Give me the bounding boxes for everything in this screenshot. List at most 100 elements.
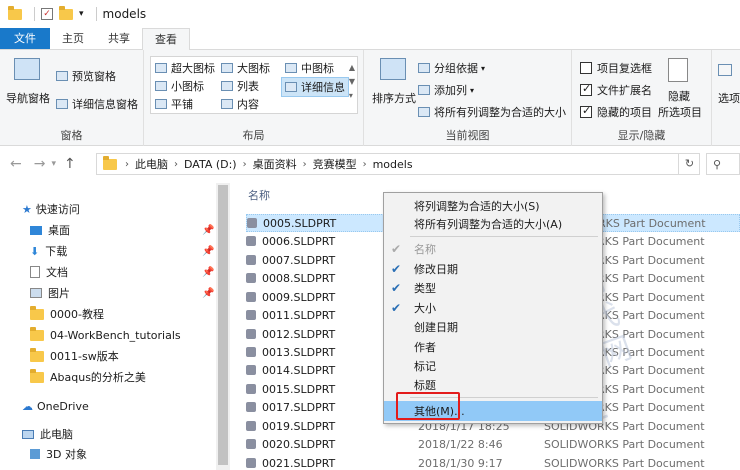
show-hide-group: 项目复选框 文件扩展名 隐藏的项目 隐藏 所选项目 显示/隐藏 <box>572 50 712 146</box>
checkmark-icon: ✔ <box>391 301 402 315</box>
menu-item-size[interactable]: ✔ 大小 <box>384 298 602 318</box>
scrollbar-thumb[interactable] <box>218 185 228 465</box>
sidebar-item-label: 0000-教程 <box>50 308 104 321</box>
breadcrumb-drive[interactable]: DATA (D:) <box>184 158 237 171</box>
menu-item-label: 标题 <box>414 379 436 392</box>
item-checkbox-toggle[interactable]: 项目复选框 <box>580 60 652 76</box>
part-file-icon <box>247 218 257 228</box>
sidebar-this-pc[interactable]: 此电脑 <box>22 424 73 444</box>
menu-item-type[interactable]: ✔ 类型 <box>384 278 602 298</box>
menu-item-label: 类型 <box>414 282 436 295</box>
view-icon <box>221 63 233 73</box>
refresh-icon[interactable]: ↻ <box>678 153 700 175</box>
table-row[interactable]: 0021.SLDPRT 2018/1/30 9:17 SOLIDWORKS Part… <box>246 454 740 470</box>
menu-item-fit-all-columns[interactable]: 将所有列调整为合适的大小(A) <box>384 214 602 234</box>
sidebar-onedrive[interactable]: ☁ OneDrive <box>22 396 89 416</box>
sidebar-item-folder[interactable]: 0000-教程 <box>30 304 104 324</box>
sidebar-quick-access[interactable]: ★ 快速访问 <box>22 199 80 219</box>
file-extension-toggle[interactable]: 文件扩展名 <box>580 82 652 98</box>
view-icon <box>155 81 167 91</box>
sidebar-item-folder[interactable]: 0011-sw版本 <box>30 346 119 366</box>
column-header-name[interactable]: 名称 <box>248 187 270 203</box>
menu-item-tags[interactable]: 标记 <box>384 356 602 376</box>
breadcrumb-desktop-files[interactable]: 桌面资料 <box>253 156 297 172</box>
breadcrumb-models[interactable]: models <box>373 158 413 171</box>
breadcrumb-competition-models[interactable]: 竞赛模型 <box>313 156 357 172</box>
menu-item-label: 修改日期 <box>414 263 458 276</box>
checkmark-icon: ✔ <box>391 262 402 276</box>
selected-items-label: 所选项目 <box>658 106 702 119</box>
pin-icon[interactable]: 📌 <box>202 246 214 257</box>
properties-icon[interactable]: ✓ <box>41 8 53 20</box>
back-arrow-icon[interactable]: ← <box>10 156 22 172</box>
menu-item-label: 标记 <box>414 360 436 373</box>
file-extension-label: 文件扩展名 <box>597 84 652 97</box>
options-button[interactable]: 选项 <box>718 90 740 106</box>
add-columns-button[interactable]: 添加列 ▾ <box>418 82 474 98</box>
menu-item-name: ✔ 名称 <box>384 239 602 259</box>
layout-medium-icons[interactable]: 中图标 <box>285 60 334 76</box>
layout-large-icons[interactable]: 大图标 <box>221 60 270 76</box>
details-pane-button[interactable]: 详细信息窗格 <box>56 96 138 112</box>
address-bar[interactable]: › 此电脑 › DATA (D:) › 桌面资料 › 竞赛模型 › models <box>96 153 700 175</box>
layout-label: 内容 <box>237 98 259 111</box>
view-icon <box>285 63 297 73</box>
sidebar-item-desktop[interactable]: 桌面 📌 <box>30 220 214 240</box>
up-arrow-icon[interactable]: ↑ <box>64 156 76 172</box>
layout-tiles[interactable]: 平铺 <box>155 96 193 112</box>
forward-arrow-icon[interactable]: → <box>34 156 46 172</box>
menu-item-modified-date[interactable]: ✔ 修改日期 <box>384 259 602 279</box>
sidebar-3d-objects[interactable]: 3D 对象 <box>30 444 87 464</box>
menu-item-fit-column[interactable]: 将列调整为合适的大小(S) <box>384 196 602 216</box>
pin-icon[interactable]: 📌 <box>202 267 214 278</box>
sidebar-item-label: 文档 <box>46 266 68 279</box>
tab-file[interactable]: 文件 <box>0 28 50 49</box>
preview-pane-icon <box>56 71 68 81</box>
layout-label: 小图标 <box>171 80 204 93</box>
pin-icon[interactable]: 📌 <box>202 225 214 236</box>
view-icon <box>155 63 167 73</box>
menu-item-created-date[interactable]: 创建日期 <box>384 317 602 337</box>
sidebar-item-pictures[interactable]: 图片 📌 <box>30 283 214 303</box>
sidebar-scrollbar[interactable] <box>216 183 230 470</box>
layout-content[interactable]: 内容 <box>221 96 259 112</box>
title-bar: ✓ ▾ models <box>0 0 740 28</box>
sidebar-item-folder[interactable]: Abaqus的分析之美 <box>30 367 146 387</box>
part-file-icon <box>246 439 256 449</box>
picture-icon <box>30 288 42 298</box>
tab-view[interactable]: 查看 <box>142 28 190 51</box>
new-folder-icon[interactable] <box>59 5 73 20</box>
preview-pane-button[interactable]: 预览窗格 <box>56 68 116 84</box>
breadcrumb-this-pc[interactable]: 此电脑 <box>135 156 168 172</box>
layout-list[interactable]: 列表 <box>221 78 259 94</box>
menu-item-author[interactable]: 作者 <box>384 337 602 357</box>
search-input[interactable]: ⚲ <box>706 153 740 175</box>
cloud-icon: ☁ <box>22 399 33 413</box>
nav-pane-button[interactable]: 导航窗格 <box>6 90 50 106</box>
sidebar-item-documents[interactable]: 文档 📌 <box>30 262 214 282</box>
gallery-scroll-icon[interactable]: ▲ ▼ ▾ <box>349 61 355 103</box>
checkbox-icon <box>580 82 592 96</box>
pin-icon[interactable]: 📌 <box>202 288 214 299</box>
layout-gallery: 超大图标 大图标 中图标 小图标 列表 详细信息 平铺 内容 ▲ ▼ ▾ <box>150 56 358 114</box>
current-view-group: 排序方式 分组依据 ▾ 添加列 ▾ 将所有列调整为合适的大小 当前视图 <box>364 50 572 146</box>
layout-small-icons[interactable]: 小图标 <box>155 78 204 94</box>
file-name: 0006.SLDPRT <box>262 234 336 248</box>
group-by-button[interactable]: 分组依据 ▾ <box>418 60 485 76</box>
layout-extra-large-icons[interactable]: 超大图标 <box>155 60 215 76</box>
sidebar-item-downloads[interactable]: ⬇ 下载 📌 <box>30 241 214 261</box>
tab-home[interactable]: 主页 <box>50 28 96 49</box>
layout-details[interactable]: 详细信息 <box>281 77 349 97</box>
view-icon <box>285 82 297 92</box>
sort-by-button[interactable]: 排序方式 <box>372 90 416 106</box>
recent-dropdown-icon[interactable]: ▾ <box>51 159 56 169</box>
sidebar-item-label: 3D 对象 <box>46 448 87 461</box>
hide-selected-button[interactable]: 隐藏 <box>668 88 690 104</box>
sidebar-item-folder[interactable]: 04-WorkBench_tutorials <box>30 325 181 345</box>
fit-columns-button[interactable]: 将所有列调整为合适的大小 <box>418 104 566 120</box>
hidden-items-toggle[interactable]: 隐藏的项目 <box>580 104 652 120</box>
fit-columns-icon <box>418 107 430 117</box>
tab-share[interactable]: 共享 <box>96 28 142 49</box>
quick-access-dropdown-icon[interactable]: ▾ <box>79 9 84 19</box>
ribbon: 导航窗格 预览窗格 详细信息窗格 窗格 布局 超大图标 大图标 中图标 小图标 … <box>0 50 740 146</box>
